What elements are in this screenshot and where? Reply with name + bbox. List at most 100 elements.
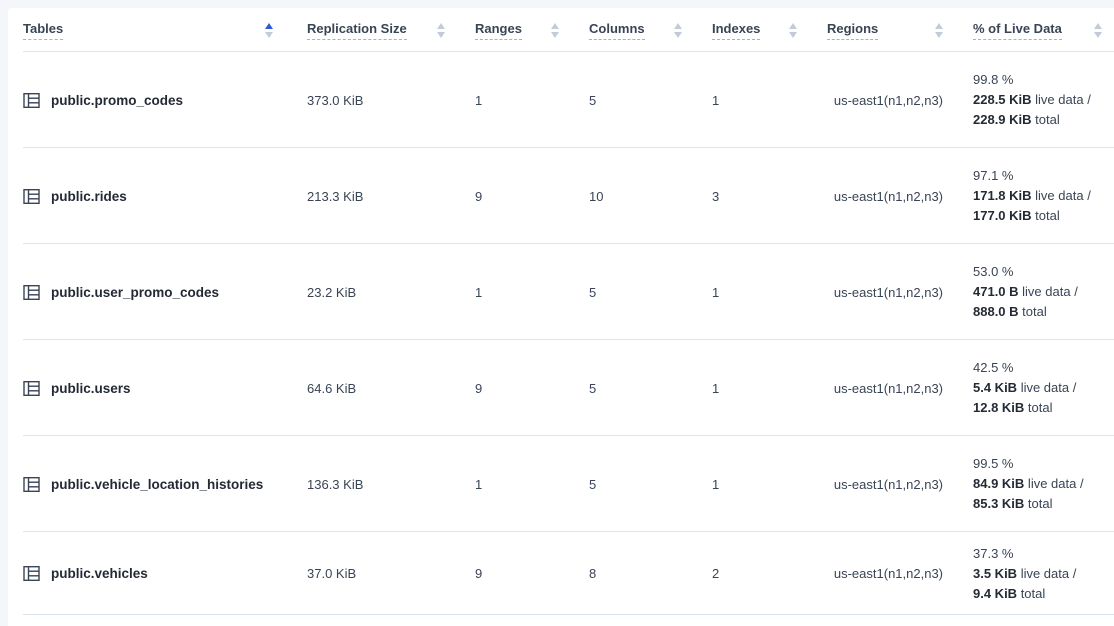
ranges-cell: 1: [475, 477, 589, 492]
sort-icon[interactable]: [789, 23, 797, 38]
table-row[interactable]: public.users 64.6 KiB 9 5 1 us-east1(n1,…: [8, 340, 1114, 436]
replication-size-cell: 136.3 KiB: [307, 477, 475, 492]
columns-cell: 5: [589, 93, 712, 108]
sort-icon[interactable]: [1094, 23, 1102, 38]
live-data-line: 171.8 KiB live data /: [973, 186, 1114, 206]
sort-icon[interactable]: [674, 23, 682, 38]
table-name-link[interactable]: public.promo_codes: [51, 93, 183, 108]
total-data-size: 228.9 KiB: [973, 112, 1032, 127]
table-name-cell: public.vehicles: [8, 565, 307, 582]
tables-table: Tables Replication Size Ranges Columns I…: [8, 8, 1114, 615]
live-data-label: live data /: [1017, 566, 1076, 581]
total-data-line: 177.0 KiB total: [973, 206, 1114, 226]
ranges-cell: 1: [475, 285, 589, 300]
total-data-line: 9.4 KiB total: [973, 584, 1114, 604]
total-data-line: 85.3 KiB total: [973, 494, 1114, 514]
sort-icon[interactable]: [265, 23, 273, 38]
column-header-label[interactable]: Indexes: [712, 21, 760, 40]
table-body: public.promo_codes 373.0 KiB 1 5 1 us-ea…: [8, 52, 1114, 615]
columns-cell: 5: [589, 477, 712, 492]
table-name-cell: public.rides: [8, 188, 307, 205]
live-data-cell: 97.1 % 171.8 KiB live data / 177.0 KiB t…: [973, 166, 1114, 226]
sort-ascending-arrow-icon: [437, 23, 445, 29]
ranges-cell: 9: [475, 189, 589, 204]
total-data-size: 9.4 KiB: [973, 586, 1017, 601]
total-data-label: total: [1019, 304, 1047, 319]
table-grid-icon: [23, 284, 40, 301]
total-data-label: total: [1032, 112, 1060, 127]
live-data-size: 3.5 KiB: [973, 566, 1017, 581]
live-data-percent: 37.3 %: [973, 544, 1114, 564]
sort-descending-arrow-icon: [1094, 32, 1102, 38]
indexes-cell: 3: [712, 189, 827, 204]
total-data-line: 888.0 B total: [973, 302, 1114, 322]
total-data-label: total: [1017, 586, 1045, 601]
live-data-cell: 53.0 % 471.0 B live data / 888.0 B total: [973, 262, 1114, 322]
column-header-label[interactable]: Ranges: [475, 21, 522, 40]
table-grid-icon: [23, 476, 40, 493]
regions-cell: us-east1(n1,n2,n3): [827, 189, 973, 204]
live-data-percent: 99.5 %: [973, 454, 1114, 474]
table-row[interactable]: public.user_promo_codes 23.2 KiB 1 5 1 u…: [8, 244, 1114, 340]
table-row[interactable]: public.rides 213.3 KiB 9 10 3 us-east1(n…: [8, 148, 1114, 244]
table-row[interactable]: public.promo_codes 373.0 KiB 1 5 1 us-ea…: [8, 52, 1114, 148]
table-name-cell: public.users: [8, 380, 307, 397]
regions-cell: us-east1(n1,n2,n3): [827, 285, 973, 300]
total-data-size: 177.0 KiB: [973, 208, 1032, 223]
live-data-line: 471.0 B live data /: [973, 282, 1114, 302]
table-name-link[interactable]: public.user_promo_codes: [51, 285, 219, 300]
columns-cell: 5: [589, 285, 712, 300]
sort-descending-arrow-icon: [265, 32, 273, 38]
column-header-replication-size[interactable]: Replication Size: [307, 21, 475, 40]
live-data-size: 471.0 B: [973, 284, 1019, 299]
sort-ascending-arrow-icon: [674, 23, 682, 29]
replication-size-cell: 213.3 KiB: [307, 189, 475, 204]
column-header-label[interactable]: Tables: [23, 21, 63, 40]
table-name-cell: public.promo_codes: [8, 92, 307, 109]
live-data-size: 228.5 KiB: [973, 92, 1032, 107]
column-header-label[interactable]: Regions: [827, 21, 878, 40]
indexes-cell: 1: [712, 381, 827, 396]
replication-size-cell: 373.0 KiB: [307, 93, 475, 108]
table-name-link[interactable]: public.users: [51, 381, 131, 396]
live-data-cell: 37.3 % 3.5 KiB live data / 9.4 KiB total: [973, 544, 1114, 604]
live-data-cell: 99.8 % 228.5 KiB live data / 228.9 KiB t…: [973, 70, 1114, 130]
column-header-ranges[interactable]: Ranges: [475, 21, 589, 40]
column-header-of-live-data[interactable]: % of Live Data: [973, 21, 1114, 40]
table-name-link[interactable]: public.vehicles: [51, 566, 148, 581]
live-data-line: 84.9 KiB live data /: [973, 474, 1114, 494]
table-grid-icon: [23, 92, 40, 109]
replication-size-cell: 23.2 KiB: [307, 285, 475, 300]
live-data-label: live data /: [1032, 92, 1091, 107]
tables-panel: Tables Replication Size Ranges Columns I…: [8, 8, 1114, 626]
column-header-columns[interactable]: Columns: [589, 21, 712, 40]
sort-descending-arrow-icon: [437, 32, 445, 38]
table-name-link[interactable]: public.rides: [51, 189, 127, 204]
replication-size-cell: 64.6 KiB: [307, 381, 475, 396]
column-header-tables[interactable]: Tables: [8, 21, 307, 40]
table-grid-icon: [23, 565, 40, 582]
sort-icon[interactable]: [551, 23, 559, 38]
live-data-label: live data /: [1017, 380, 1076, 395]
column-header-label[interactable]: % of Live Data: [973, 21, 1062, 40]
sort-ascending-arrow-icon: [935, 23, 943, 29]
sort-icon[interactable]: [437, 23, 445, 38]
total-data-size: 12.8 KiB: [973, 400, 1024, 415]
sort-ascending-arrow-icon: [1094, 23, 1102, 29]
table-row[interactable]: public.vehicle_location_histories 136.3 …: [8, 436, 1114, 532]
column-header-indexes[interactable]: Indexes: [712, 21, 827, 40]
table-name-link[interactable]: public.vehicle_location_histories: [51, 477, 263, 492]
sort-ascending-arrow-icon: [551, 23, 559, 29]
table-row[interactable]: public.vehicles 37.0 KiB 9 8 2 us-east1(…: [8, 532, 1114, 615]
indexes-cell: 1: [712, 477, 827, 492]
table-grid-icon: [23, 380, 40, 397]
ranges-cell: 9: [475, 381, 589, 396]
column-header-label[interactable]: Columns: [589, 21, 645, 40]
table-header-row: Tables Replication Size Ranges Columns I…: [8, 8, 1114, 52]
column-header-label[interactable]: Replication Size: [307, 21, 407, 40]
regions-cell: us-east1(n1,n2,n3): [827, 93, 973, 108]
sort-icon[interactable]: [935, 23, 943, 38]
table-grid-icon: [23, 188, 40, 205]
column-header-regions[interactable]: Regions: [827, 21, 973, 40]
indexes-cell: 2: [712, 566, 827, 581]
